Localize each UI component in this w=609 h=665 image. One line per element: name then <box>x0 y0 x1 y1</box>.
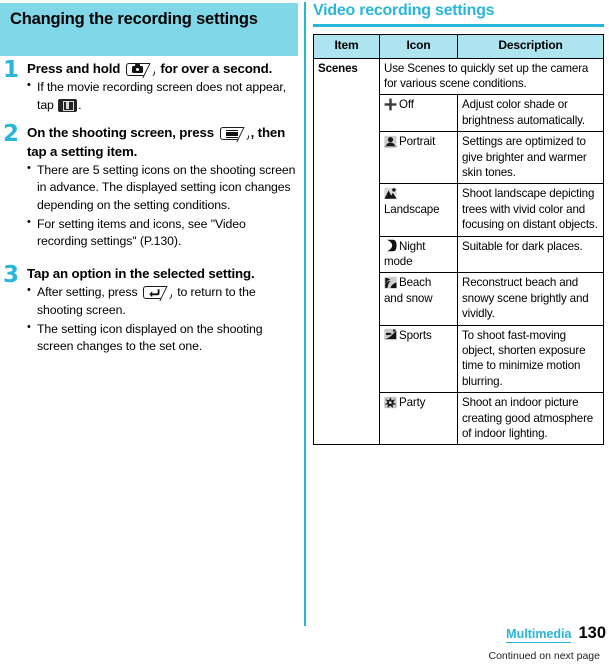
step-3-title: Tap an option in the selected setting. <box>27 265 299 283</box>
list-item: The setting icon displayed on the shooti… <box>27 320 299 356</box>
icon-label: Landscape <box>384 202 440 216</box>
description-cell: Settings are optimized to give brighter … <box>457 131 604 185</box>
list-item: There are 5 setting icons on the shootin… <box>27 161 299 215</box>
footer-section-label: Multimedia <box>506 627 572 643</box>
icon-cell-sports: Sports <box>379 324 458 394</box>
portrait-icon <box>384 135 397 148</box>
step-2-number: 2 <box>3 121 20 148</box>
step-1-bullets: If the movie recording screen does not a… <box>27 78 299 114</box>
list-item: For setting items and icons, see "Video … <box>27 215 299 251</box>
step-2-bullets: There are 5 setting icons on the shootin… <box>27 161 299 252</box>
list-item: If the movie recording screen does not a… <box>27 78 299 114</box>
step-1: 1 Press and hold for over a second. If t… <box>0 57 299 114</box>
step-1-number: 1 <box>3 57 20 83</box>
step-3: 3 Tap an option in the selected setting.… <box>0 262 299 356</box>
beach-snow-icon <box>384 276 397 289</box>
step-1-title-post: for over a second. <box>160 61 273 76</box>
step-1-title-pre: Press and hold <box>27 61 121 76</box>
title-rule <box>313 24 604 27</box>
settings-table: Item Icon Description Scenes Use Scenes … <box>313 33 604 446</box>
bullet-text: The setting icon displayed on the shooti… <box>37 321 263 354</box>
icon-cell-party: Party <box>379 392 458 446</box>
page-number: 130 <box>578 624 606 642</box>
icon-cell-beach-snow: Beach and snow <box>379 272 458 326</box>
menu-key-glyph <box>221 128 243 139</box>
page-title: Video recording settings <box>313 2 495 19</box>
movie-mode-icon <box>58 98 78 112</box>
icon-cell-off: Off <box>379 94 458 133</box>
list-item: After setting, press to return to the s <box>27 283 299 319</box>
bullet-text: For setting items and icons, see "Video … <box>37 216 246 249</box>
column-header-icon: Icon <box>379 33 458 59</box>
description-cell: Shoot landscape depicting trees with viv… <box>457 183 604 237</box>
back-key-glyph <box>144 287 166 298</box>
menu-key-icon <box>219 127 249 141</box>
bullet-text: There are 5 setting icons on the shootin… <box>37 162 296 213</box>
party-icon <box>384 396 397 409</box>
sports-icon <box>384 328 397 341</box>
night-mode-icon <box>384 239 397 252</box>
icon-label: Off <box>399 98 414 112</box>
step-2: 2 On the shooting screen, press , then t… <box>0 121 299 252</box>
column-divider <box>304 2 306 626</box>
table-row: Scenes Use Scenes to quickly set up the … <box>313 57 604 446</box>
step-2-title-pre: On the shooting screen, press <box>27 125 215 141</box>
step-3-title-pre: Tap an option in the selected setting. <box>27 266 255 282</box>
description-cell: Shoot an indoor picture creating good at… <box>457 392 604 446</box>
landscape-icon <box>384 187 397 200</box>
column-header-item: Item <box>313 33 380 59</box>
bullet-text-pre: After setting, press <box>37 285 138 300</box>
manual-page: Changing the recording settings 1 Press … <box>0 0 609 665</box>
right-column: Video recording settings Item Icon Descr… <box>313 0 609 446</box>
back-key-icon <box>142 286 172 300</box>
icon-label: Party <box>399 396 426 410</box>
continued-note: Continued on next page <box>488 650 600 662</box>
left-column: Changing the recording settings 1 Press … <box>0 0 299 665</box>
column-header-description: Description <box>457 33 604 59</box>
description-cell: To shoot fast-moving object, shorten exp… <box>457 324 604 394</box>
description-cell: Adjust color shade or brightness automat… <box>457 94 604 133</box>
icon-cell-night-mode: Night mode <box>379 235 458 274</box>
icon-label: Portrait <box>399 135 436 149</box>
table-header-row: Item Icon Description <box>313 33 604 59</box>
scenes-intro: Use Scenes to quickly set up the camera … <box>379 57 604 96</box>
off-crosshair-icon <box>384 98 397 111</box>
description-cell: Suitable for dark places. <box>457 235 604 274</box>
camera-key-icon <box>125 63 155 76</box>
bullet-text-post: . <box>78 97 82 112</box>
step-3-bullets: After setting, press to return to the s <box>27 283 299 356</box>
item-scenes: Scenes <box>313 57 380 446</box>
icon-label: Sports <box>399 328 432 342</box>
camera-key-glyph <box>127 63 149 75</box>
steps-list: 1 Press and hold for over a second. If t… <box>0 57 299 359</box>
icon-cell-portrait: Portrait <box>379 131 458 185</box>
description-cell: Reconstruct beach and snowy scene bright… <box>457 272 604 326</box>
icon-cell-landscape: Landscape <box>379 183 458 237</box>
section-heading: Changing the recording settings <box>0 3 298 56</box>
step-1-title: Press and hold for over a second. <box>27 60 299 78</box>
step-3-number: 3 <box>3 262 20 289</box>
page-footer: Multimedia 130 <box>506 624 606 643</box>
step-2-title: On the shooting screen, press , then tap… <box>27 124 299 160</box>
